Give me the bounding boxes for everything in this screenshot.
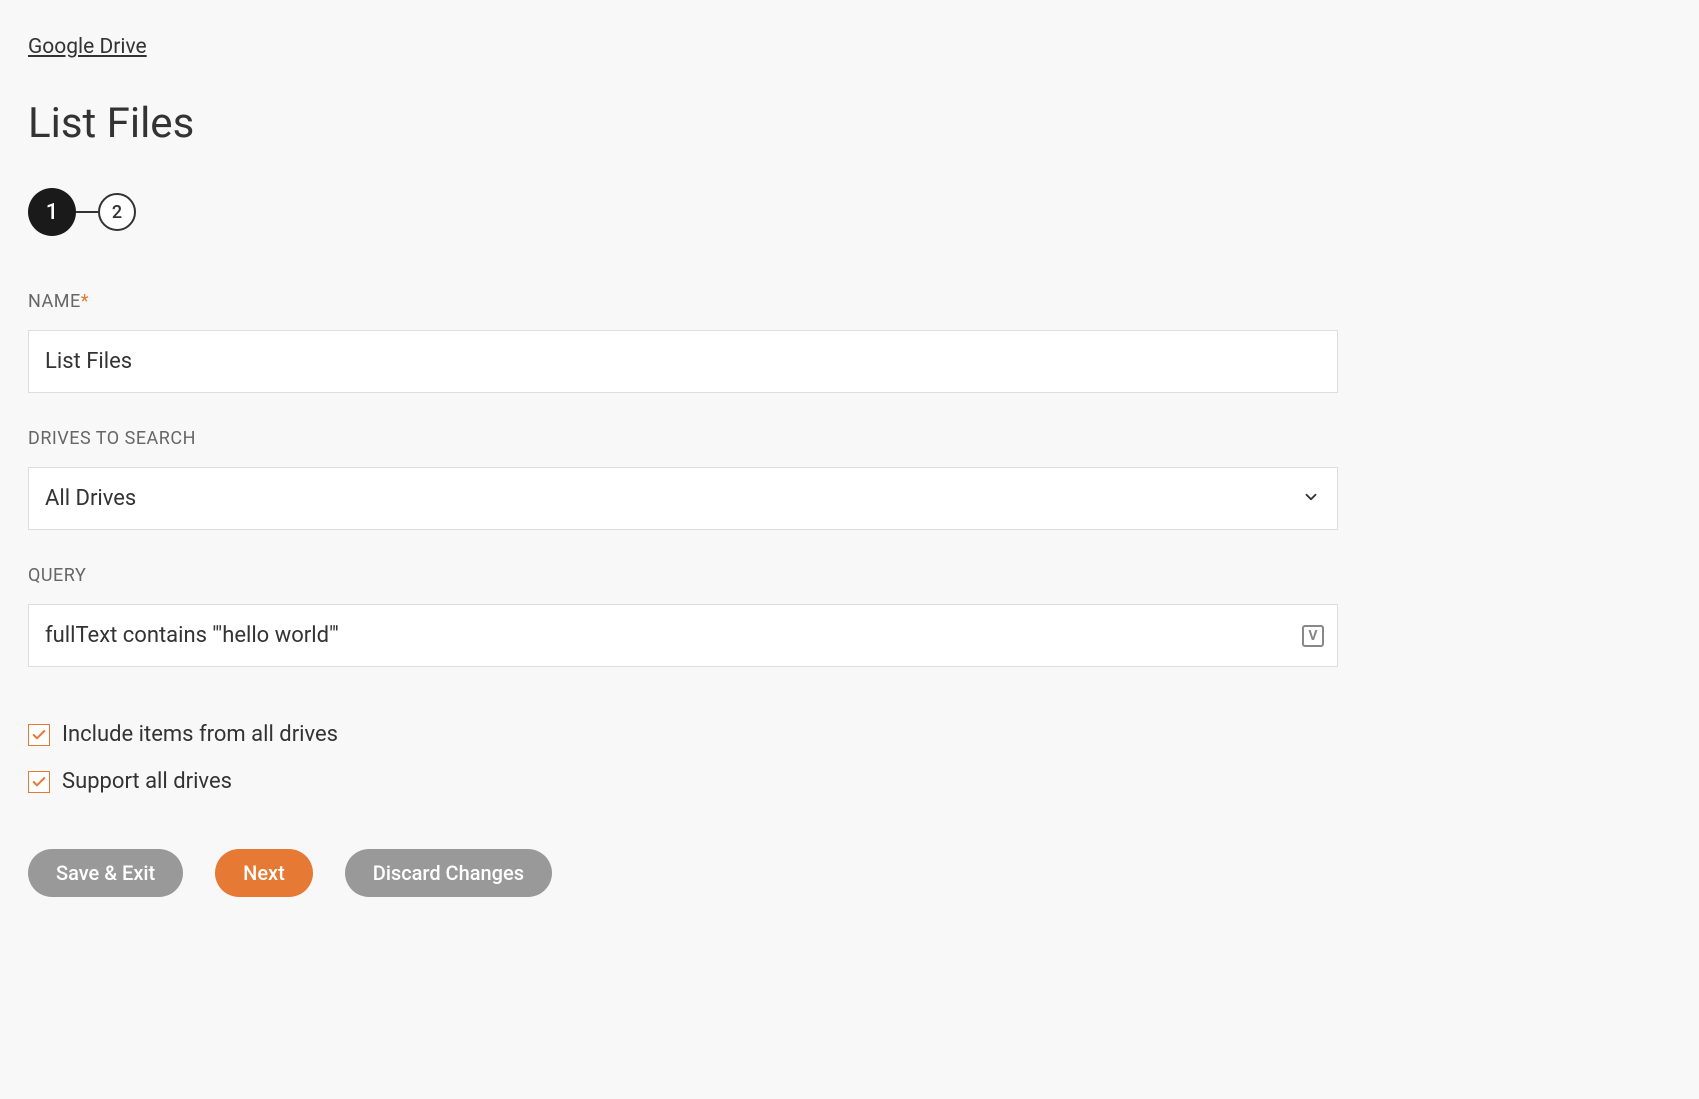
stepper: 1 2 [28, 188, 1671, 236]
drives-select[interactable]: All Drives [28, 467, 1338, 530]
checkbox-row-include-all-drives: Include items from all drives [28, 722, 1671, 747]
button-row: Save & Exit Next Discard Changes [28, 849, 1671, 897]
drives-label: DRIVES TO SEARCH [28, 428, 1671, 449]
include-all-drives-checkbox[interactable] [28, 724, 50, 746]
name-label-text: NAME [28, 291, 81, 312]
form-group-drives: DRIVES TO SEARCH All Drives [28, 428, 1671, 530]
page-title: List Files [28, 99, 1671, 148]
breadcrumb-link[interactable]: Google Drive [28, 35, 147, 59]
form-group-name: NAME* [28, 291, 1671, 393]
form-group-query: QUERY V [28, 565, 1671, 667]
next-button[interactable]: Next [215, 849, 313, 897]
checkbox-group: Include items from all drives Support al… [28, 722, 1671, 794]
checkbox-row-support-all-drives: Support all drives [28, 769, 1671, 794]
step-connector [76, 211, 98, 213]
name-label: NAME* [28, 291, 1671, 312]
discard-changes-button[interactable]: Discard Changes [345, 849, 552, 897]
variable-icon[interactable]: V [1302, 625, 1324, 647]
save-exit-button[interactable]: Save & Exit [28, 849, 183, 897]
name-input[interactable] [28, 330, 1338, 393]
support-all-drives-label[interactable]: Support all drives [62, 769, 232, 794]
step-2[interactable]: 2 [98, 193, 136, 231]
include-all-drives-label[interactable]: Include items from all drives [62, 722, 338, 747]
step-1[interactable]: 1 [28, 188, 76, 236]
required-asterisk: * [81, 291, 89, 312]
query-input[interactable] [28, 604, 1338, 667]
query-label: QUERY [28, 565, 1671, 586]
support-all-drives-checkbox[interactable] [28, 771, 50, 793]
